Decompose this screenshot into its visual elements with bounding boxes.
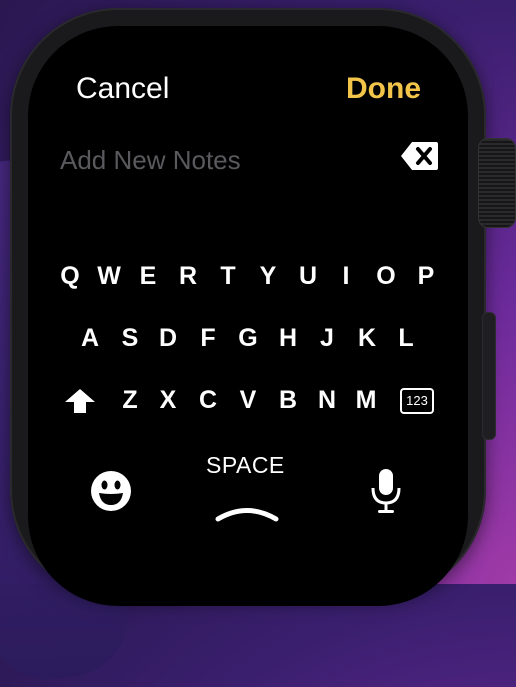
- key-p[interactable]: P: [408, 258, 444, 294]
- space-key-label[interactable]: SPACE: [206, 452, 285, 479]
- keyboard-row-3: Z X C V B N M 123: [0, 382, 516, 418]
- key-d[interactable]: D: [150, 320, 186, 356]
- keyboard-row-2: A S D F G H J K L: [0, 320, 516, 356]
- key-u[interactable]: U: [290, 258, 326, 294]
- digital-crown[interactable]: [478, 138, 516, 228]
- cancel-button[interactable]: Cancel: [76, 72, 169, 106]
- key-z[interactable]: Z: [112, 382, 148, 418]
- key-o[interactable]: O: [368, 258, 404, 294]
- key-e[interactable]: E: [130, 258, 166, 294]
- emoji-icon[interactable]: [90, 470, 132, 517]
- key-r[interactable]: R: [170, 258, 206, 294]
- key-g[interactable]: G: [230, 320, 266, 356]
- numbers-key-icon[interactable]: 123: [400, 388, 434, 414]
- key-i[interactable]: I: [328, 258, 364, 294]
- key-j[interactable]: J: [309, 320, 345, 356]
- microphone-icon[interactable]: [370, 468, 402, 519]
- key-s[interactable]: S: [112, 320, 148, 356]
- key-q[interactable]: Q: [52, 258, 88, 294]
- key-a[interactable]: A: [72, 320, 108, 356]
- shift-arrow-icon[interactable]: [64, 388, 96, 419]
- key-t[interactable]: T: [210, 258, 246, 294]
- key-v[interactable]: V: [230, 382, 266, 418]
- key-y[interactable]: Y: [250, 258, 286, 294]
- key-b[interactable]: B: [270, 382, 306, 418]
- key-h[interactable]: H: [270, 320, 306, 356]
- key-m[interactable]: M: [348, 382, 384, 418]
- key-w[interactable]: W: [91, 258, 127, 294]
- key-f[interactable]: F: [190, 320, 226, 356]
- key-k[interactable]: K: [349, 320, 385, 356]
- done-button[interactable]: Done: [346, 72, 421, 106]
- key-c[interactable]: C: [190, 382, 226, 418]
- delete-backspace-icon[interactable]: [400, 140, 440, 172]
- keyboard-row-1: Q W E R T Y U I O P: [0, 258, 516, 294]
- key-n[interactable]: N: [309, 382, 345, 418]
- note-text-field[interactable]: [60, 142, 380, 178]
- chevron-up-icon[interactable]: [214, 500, 280, 529]
- key-l[interactable]: L: [388, 320, 424, 356]
- key-x[interactable]: X: [150, 382, 186, 418]
